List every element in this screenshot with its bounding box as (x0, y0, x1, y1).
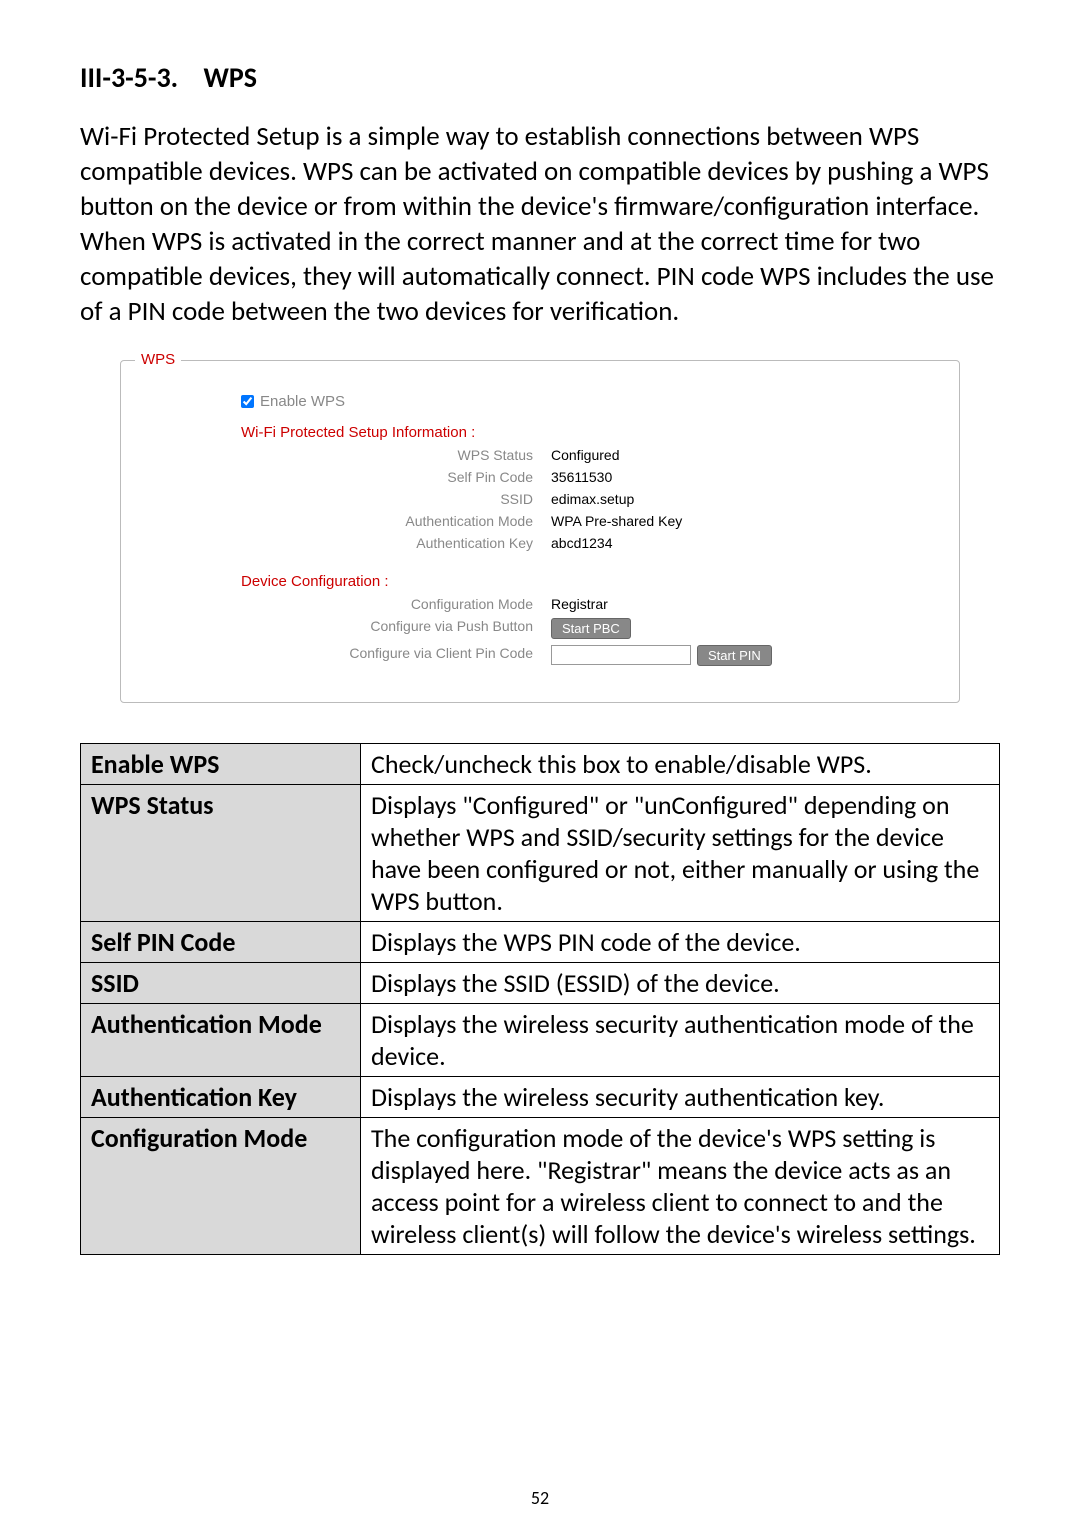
term-cell: Enable WPS (81, 743, 361, 784)
ssid-value: edimax.setup (551, 491, 634, 507)
table-row: Configuration ModeThe configuration mode… (81, 1117, 1000, 1254)
desc-cell: Displays the SSID (ESSID) of the device. (361, 962, 1000, 1003)
table-row: Authentication KeyDisplays the wireless … (81, 1076, 1000, 1117)
desc-cell: The configuration mode of the device's W… (361, 1117, 1000, 1254)
self-pin-row: Self Pin Code 35611530 (241, 469, 929, 485)
pin-row: Configure via Client Pin Code Start PIN (241, 645, 929, 666)
term-cell: Self PIN Code (81, 921, 361, 962)
push-button-label: Configure via Push Button (241, 618, 551, 639)
ssid-label: SSID (241, 491, 551, 507)
desc-cell: Displays the wireless security authentic… (361, 1003, 1000, 1076)
table-row: WPS StatusDisplays "Configured" or "unCo… (81, 784, 1000, 921)
wps-legend: WPS (135, 351, 181, 368)
term-cell: Authentication Mode (81, 1003, 361, 1076)
body-paragraph: Wi-Fi Protected Setup is a simple way to… (80, 119, 1000, 330)
enable-wps-label: Enable WPS (260, 393, 345, 410)
definitions-table: Enable WPSCheck/uncheck this box to enab… (80, 743, 1000, 1255)
table-row: SSIDDisplays the SSID (ESSID) of the dev… (81, 962, 1000, 1003)
table-row: Enable WPSCheck/uncheck this box to enab… (81, 743, 1000, 784)
desc-cell: Displays the WPS PIN code of the device. (361, 921, 1000, 962)
auth-key-value: abcd1234 (551, 535, 613, 551)
section-heading: III-3-5-3. WPS (80, 60, 1000, 95)
auth-key-label: Authentication Key (241, 535, 551, 551)
wps-status-row: WPS Status Configured (241, 447, 929, 463)
start-pbc-button[interactable]: Start PBC (551, 618, 631, 639)
term-cell: Configuration Mode (81, 1117, 361, 1254)
auth-mode-label: Authentication Mode (241, 513, 551, 529)
config-mode-value: Registrar (551, 596, 608, 612)
table-row: Self PIN CodeDisplays the WPS PIN code o… (81, 921, 1000, 962)
heading-title: WPS (204, 60, 258, 95)
term-cell: SSID (81, 962, 361, 1003)
desc-cell: Displays the wireless security authentic… (361, 1076, 1000, 1117)
page-number: 52 (0, 1487, 1080, 1509)
term-cell: WPS Status (81, 784, 361, 921)
enable-wps-row: Enable WPS (241, 393, 929, 410)
wps-status-label: WPS Status (241, 447, 551, 463)
wps-status-value: Configured (551, 447, 620, 463)
ssid-row: SSID edimax.setup (241, 491, 929, 507)
heading-number: III-3-5-3. (80, 60, 178, 95)
auth-key-row: Authentication Key abcd1234 (241, 535, 929, 551)
desc-cell: Check/uncheck this box to enable/disable… (361, 743, 1000, 784)
auth-mode-value: WPA Pre-shared Key (551, 513, 682, 529)
pin-label: Configure via Client Pin Code (241, 645, 551, 666)
wps-info-heading: Wi-Fi Protected Setup Information : (241, 424, 929, 441)
config-mode-row: Configuration Mode Registrar (241, 596, 929, 612)
start-pin-button[interactable]: Start PIN (697, 645, 772, 666)
client-pin-input[interactable] (551, 645, 691, 665)
device-config-heading: Device Configuration : (241, 573, 929, 590)
config-mode-label: Configuration Mode (241, 596, 551, 612)
auth-mode-row: Authentication Mode WPA Pre-shared Key (241, 513, 929, 529)
self-pin-value: 35611530 (551, 469, 612, 485)
desc-cell: Displays "Configured" or "unConfigured" … (361, 784, 1000, 921)
enable-wps-checkbox[interactable] (241, 395, 254, 408)
term-cell: Authentication Key (81, 1076, 361, 1117)
table-row: Authentication ModeDisplays the wireless… (81, 1003, 1000, 1076)
self-pin-label: Self Pin Code (241, 469, 551, 485)
wps-panel: WPS Enable WPS Wi-Fi Protected Setup Inf… (120, 360, 960, 703)
push-button-row: Configure via Push Button Start PBC (241, 618, 929, 639)
